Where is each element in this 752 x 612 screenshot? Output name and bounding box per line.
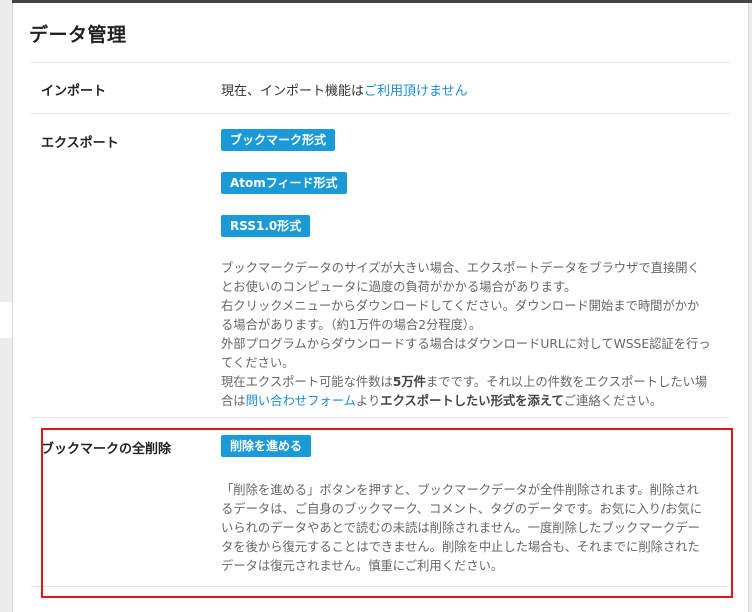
delete-section-highlight xyxy=(41,428,733,598)
export-bookmark-format-button[interactable]: ブックマーク形式 xyxy=(221,129,336,151)
export-limit-text-3: より xyxy=(355,394,381,408)
left-gutter xyxy=(0,0,12,302)
import-label: インポート xyxy=(41,84,107,99)
data-management-panel: データ管理 インポート 現在、インポート機能はご利用頂けません エクスポート ブ… xyxy=(12,3,749,612)
export-label: エクスポート xyxy=(41,136,119,151)
divider xyxy=(31,417,730,418)
panel-title: データ管理 xyxy=(29,24,127,46)
export-description: ブックマークデータのサイズが大きい場合、エクスポートデータをブラウザで直接開くと… xyxy=(221,259,711,411)
left-gutter-gap xyxy=(0,302,12,338)
export-desc-line2: 右クリックメニューからダウンロードしてください。ダウンロード開始まで時間がかかる… xyxy=(221,299,700,332)
export-desc-line3: 外部プログラムからダウンロードする場合はダウンロードURLに対してWSSE認証を… xyxy=(221,337,711,370)
divider xyxy=(31,113,730,114)
export-rss10-button[interactable]: RSS1.0形式 xyxy=(221,215,311,237)
export-desc-line1: ブックマークデータのサイズが大きい場合、エクスポートデータをブラウザで直接開くと… xyxy=(221,261,700,294)
contact-form-link[interactable]: 問い合わせフォーム xyxy=(246,394,356,408)
export-limit-text-4: ご連絡ください。 xyxy=(563,394,663,408)
import-unavailable-link[interactable]: ご利用頂けません xyxy=(364,84,468,99)
export-limit-count: 5万件 xyxy=(392,375,426,389)
export-format-note: エクスポートしたい形式を添えて xyxy=(380,394,564,408)
import-status-text: 現在、インポート機能は xyxy=(221,84,365,99)
export-desc-line4: 現在エクスポート可能な件数は5万件までです。それ以上の件数をエクスポートしたい場… xyxy=(221,373,711,411)
export-limit-text: 現在エクスポート可能な件数は xyxy=(221,375,393,389)
divider xyxy=(31,62,730,63)
import-status: 現在、インポート機能はご利用頂けません xyxy=(221,80,468,99)
export-atom-feed-button[interactable]: Atomフィード形式 xyxy=(221,172,347,194)
